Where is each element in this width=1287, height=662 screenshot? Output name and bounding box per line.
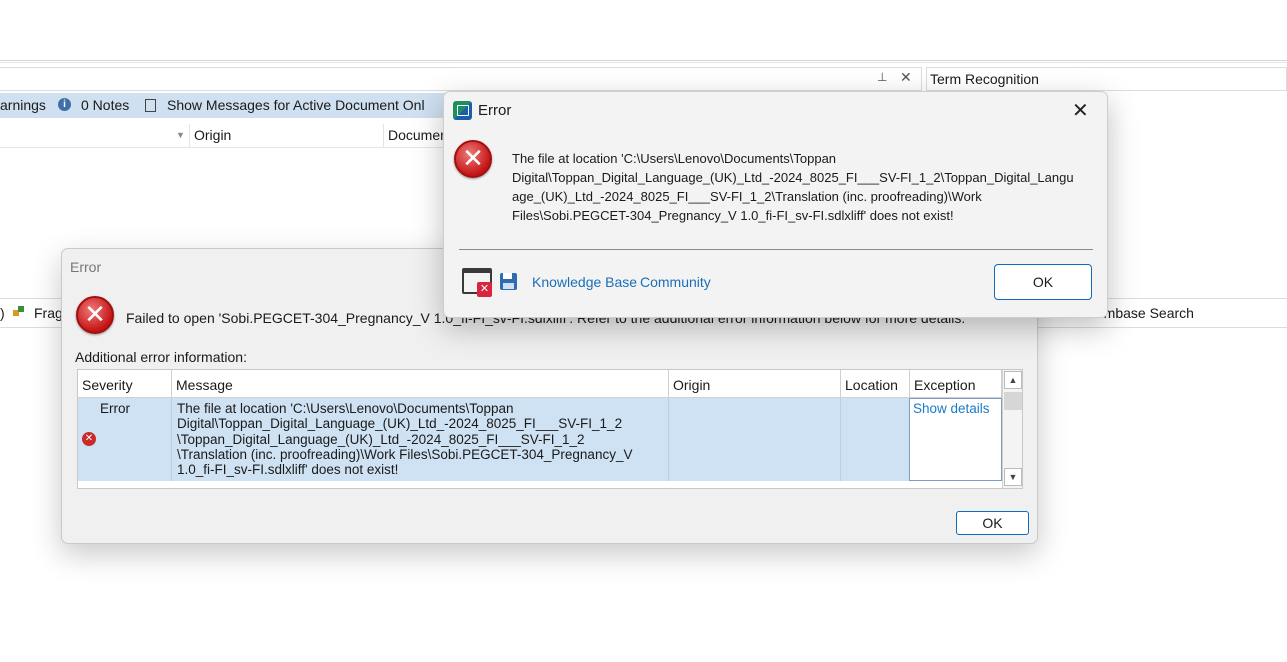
term-recognition-tab[interactable]: Term Recognition bbox=[926, 67, 1287, 91]
close-icon[interactable]: ✕ bbox=[1072, 98, 1089, 123]
message-line: Files\Sobi.PEGCET-304_Pregnancy_V 1.0_fi… bbox=[512, 208, 954, 223]
scroll-up-icon[interactable]: ▲ bbox=[1004, 371, 1022, 389]
message-line: Digital\Toppan_Digital_Language_(UK)_Ltd… bbox=[177, 416, 623, 432]
error-icon: ✕ bbox=[76, 296, 114, 334]
column-divider bbox=[189, 124, 190, 148]
error-dialog-top: Error ✕ ✕ The file at location 'C:\Users… bbox=[443, 91, 1108, 318]
info-icon: i bbox=[58, 98, 71, 111]
column-origin[interactable]: Origin bbox=[194, 127, 231, 143]
messages-grid-header: ▼ Origin Documen bbox=[0, 124, 448, 148]
column-severity[interactable]: Severity bbox=[78, 370, 172, 398]
dialog-title: Error bbox=[70, 259, 102, 275]
location-cell bbox=[841, 398, 910, 481]
show-details-link[interactable]: Show details bbox=[913, 401, 990, 416]
error-info-table: Severity Message Origin Location Excepti… bbox=[77, 369, 1023, 489]
sort-dropdown-icon[interactable]: ▼ bbox=[176, 130, 185, 140]
column-origin[interactable]: Origin bbox=[669, 370, 841, 398]
column-message[interactable]: Message bbox=[172, 370, 669, 398]
vertical-scrollbar[interactable]: ▲ ▼ bbox=[1002, 370, 1022, 488]
notes-filter[interactable]: 0 Notes bbox=[81, 97, 129, 113]
message-line: \Toppan_Digital_Language_(UK)_Ltd_-2024_… bbox=[177, 431, 585, 447]
column-document[interactable]: Documen bbox=[388, 127, 448, 143]
severity-label: Error bbox=[100, 401, 130, 416]
error-icon: ✕ bbox=[454, 140, 492, 178]
column-exception[interactable]: Exception bbox=[910, 370, 1002, 398]
message-line: \Translation (inc. proofreading)\Work Fi… bbox=[177, 446, 633, 462]
document-icon bbox=[145, 99, 156, 112]
tab-edge: ) bbox=[0, 305, 5, 321]
ok-button[interactable]: OK bbox=[994, 264, 1092, 300]
message-line: 1.0_fi-FI_sv-FI.sdlxliff' does not exist… bbox=[177, 462, 399, 478]
scroll-thumb[interactable] bbox=[1004, 392, 1022, 410]
tab-termbase-search[interactable]: rmbase Search bbox=[1099, 305, 1194, 321]
window-error-icon: ✕ bbox=[477, 282, 492, 297]
origin-cell bbox=[669, 398, 841, 481]
exception-cell: Show details bbox=[909, 398, 1002, 481]
severity-cell: Error ✕ bbox=[78, 398, 172, 481]
message-line: The file at location 'C:\Users\Lenovo\Do… bbox=[177, 401, 514, 416]
top-separator bbox=[0, 60, 1287, 63]
message-line: The file at location 'C:\Users\Lenovo\Do… bbox=[512, 151, 837, 166]
pin-icon[interactable]: ⊥ bbox=[877, 70, 887, 84]
fragment-icon bbox=[13, 306, 24, 316]
message-cell: The file at location 'C:\Users\Lenovo\Do… bbox=[172, 398, 669, 481]
message-line: age_(UK)_Ltd_-2024_8025_FI___SV-FI_1_2\T… bbox=[512, 189, 982, 204]
message-line: Digital\Toppan_Digital_Language_(UK)_Ltd… bbox=[512, 170, 1074, 185]
close-panel-icon[interactable]: ✕ bbox=[900, 69, 912, 86]
scroll-down-icon[interactable]: ▼ bbox=[1004, 468, 1022, 486]
messages-toolbar: arnings i 0 Notes Show Messages for Acti… bbox=[0, 93, 445, 118]
messages-panel-header bbox=[0, 67, 922, 91]
error-message: The file at location 'C:\Users\Lenovo\Do… bbox=[512, 149, 1092, 225]
app-icon bbox=[453, 101, 472, 120]
column-location[interactable]: Location bbox=[841, 370, 910, 398]
error-small-icon: ✕ bbox=[82, 432, 96, 446]
additional-info-label: Additional error information: bbox=[75, 349, 247, 365]
dialog-title: Error bbox=[478, 102, 512, 119]
divider bbox=[459, 249, 1093, 250]
column-divider bbox=[383, 124, 384, 148]
save-icon[interactable] bbox=[500, 273, 517, 290]
warnings-filter[interactable]: arnings bbox=[0, 97, 46, 113]
community-link[interactable]: Community bbox=[640, 274, 711, 290]
ok-button[interactable]: OK bbox=[956, 511, 1029, 535]
knowledge-base-link[interactable]: Knowledge Base bbox=[532, 274, 637, 290]
tab-fragment-matches[interactable]: Frag bbox=[34, 305, 63, 321]
show-messages-active-doc[interactable]: Show Messages for Active Document Onl bbox=[167, 97, 425, 113]
